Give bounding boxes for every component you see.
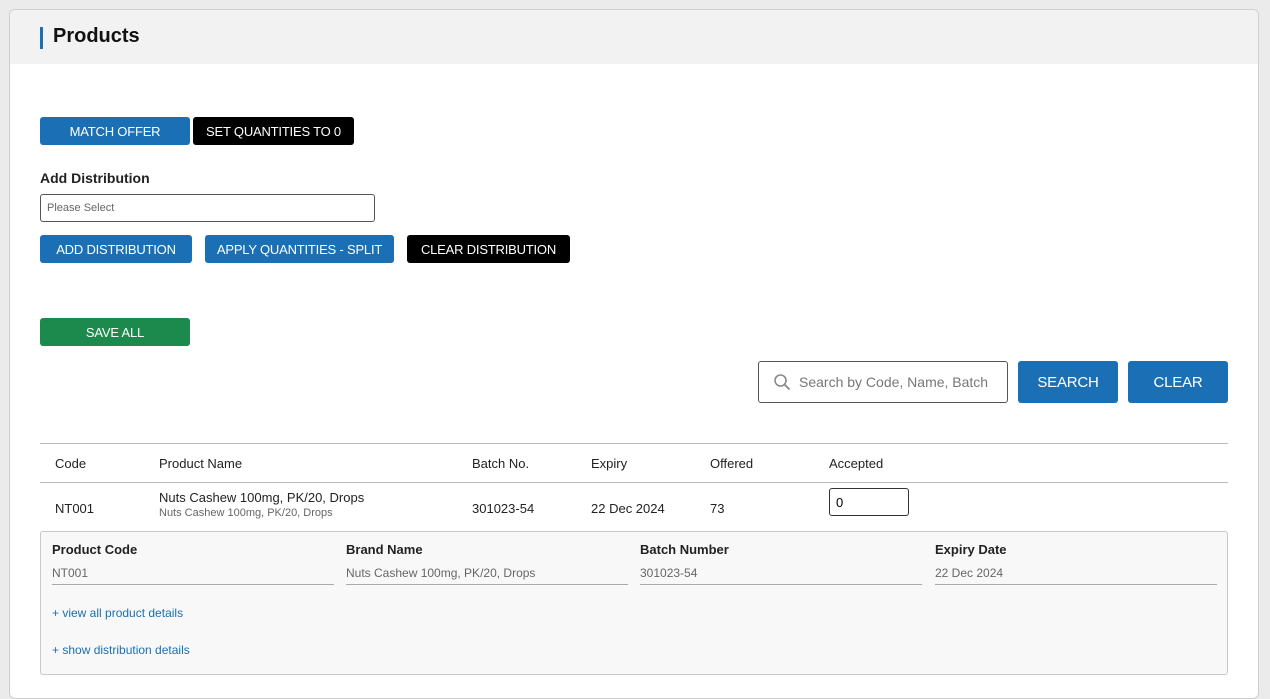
page-title: Products: [53, 25, 140, 47]
clear-distribution-button[interactable]: CLEAR DISTRIBUTION: [407, 235, 570, 263]
row-offered: 73: [710, 501, 725, 516]
match-offer-button[interactable]: MATCH OFFER: [40, 117, 190, 145]
column-header-product-name: Product Name: [159, 456, 243, 471]
search-button[interactable]: SEARCH: [1018, 361, 1118, 403]
detail-batch-number: Batch Number 301023-54: [640, 542, 922, 585]
accepted-quantity-input[interactable]: [829, 488, 909, 516]
search-icon: [774, 374, 791, 391]
title-accent-bar: [40, 27, 43, 49]
table-header: Code Product Name Batch No. Expiry Offer…: [40, 443, 1228, 483]
column-header-code: Code: [55, 456, 87, 471]
row-product-subname: Nuts Cashew 100mg, PK/20, Drops: [159, 507, 333, 519]
save-all-button[interactable]: SAVE ALL: [40, 318, 190, 346]
detail-label: Product Code: [52, 542, 138, 557]
row-code: NT001: [55, 501, 95, 516]
column-header-offered: Offered: [710, 456, 754, 471]
add-distribution-label: Add Distribution: [40, 170, 150, 186]
detail-value: 22 Dec 2024: [935, 566, 1217, 585]
view-all-product-details-link[interactable]: + view all product details: [52, 606, 183, 620]
detail-label: Batch Number: [640, 542, 729, 557]
row-product-name: Nuts Cashew 100mg, PK/20, Drops: [159, 490, 365, 505]
apply-quantities-split-button[interactable]: APPLY QUANTITIES - SPLIT: [205, 235, 394, 263]
add-distribution-button[interactable]: ADD DISTRIBUTION: [40, 235, 192, 263]
detail-value: Nuts Cashew 100mg, PK/20, Drops: [346, 566, 628, 585]
detail-product-code: Product Code NT001: [52, 542, 334, 585]
distribution-select[interactable]: Please Select: [40, 194, 375, 222]
distribution-select-placeholder: Please Select: [47, 202, 115, 214]
products-table: Code Product Name Batch No. Expiry Offer…: [40, 443, 1228, 531]
row-expiry: 22 Dec 2024: [591, 501, 665, 516]
column-header-expiry: Expiry: [591, 456, 628, 471]
column-header-batch-no: Batch No.: [472, 456, 530, 471]
set-quantities-zero-button[interactable]: SET QUANTITIES TO 0: [193, 117, 354, 145]
detail-label: Brand Name: [346, 542, 423, 557]
clear-search-button[interactable]: CLEAR: [1128, 361, 1228, 403]
products-panel: Products MATCH OFFER SET QUANTITIES TO 0…: [9, 9, 1259, 699]
detail-expiry-date: Expiry Date 22 Dec 2024: [935, 542, 1217, 585]
row-batch-no: 301023-54: [472, 501, 535, 516]
search-input[interactable]: [799, 374, 999, 390]
panel-header: Products: [10, 10, 1258, 64]
detail-value: 301023-54: [640, 566, 922, 585]
product-details-panel: Product Code NT001 Brand Name Nuts Cashe…: [40, 531, 1228, 675]
detail-brand-name: Brand Name Nuts Cashew 100mg, PK/20, Dro…: [346, 542, 628, 585]
search-box[interactable]: [758, 361, 1008, 403]
show-distribution-details-link[interactable]: + show distribution details: [52, 643, 190, 657]
detail-value: NT001: [52, 566, 334, 585]
detail-label: Expiry Date: [935, 542, 1007, 557]
column-header-accepted: Accepted: [829, 456, 884, 471]
table-row[interactable]: NT001 Nuts Cashew 100mg, PK/20, Drops Nu…: [40, 483, 1228, 531]
